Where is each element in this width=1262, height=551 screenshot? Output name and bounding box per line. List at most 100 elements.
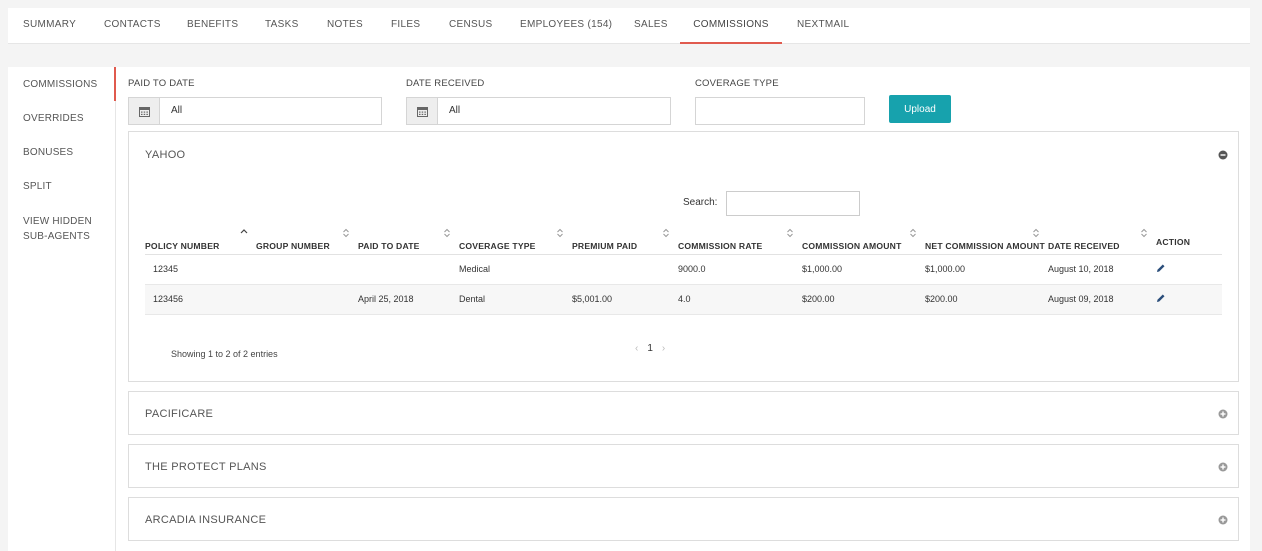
tab-benefits[interactable]: BENEFITS bbox=[187, 8, 238, 44]
sidebar-item-overrides[interactable]: OVERRIDES bbox=[23, 111, 113, 126]
paid-to-date-value: All bbox=[171, 105, 183, 116]
edit-pencil-icon[interactable] bbox=[1156, 263, 1166, 273]
tab-tasks[interactable]: TASKS bbox=[265, 8, 299, 44]
sort-icon[interactable] bbox=[1032, 228, 1040, 238]
column-header-label: POLICY NUMBER bbox=[145, 240, 220, 251]
sort-icon[interactable] bbox=[662, 228, 670, 238]
sidebar: COMMISSIONS OVERRIDES BONUSES SPLIT VIEW… bbox=[8, 67, 116, 551]
col-group-number[interactable]: GROUP NUMBER bbox=[256, 222, 358, 255]
tab-nextmail[interactable]: NEXTMAIL bbox=[797, 8, 849, 44]
sort-asc-icon[interactable] bbox=[240, 228, 248, 238]
cell-paid-to-date: April 25, 2018 bbox=[358, 284, 459, 315]
page-number[interactable]: 1 bbox=[641, 343, 659, 354]
sidebar-item-bonuses[interactable]: BONUSES bbox=[23, 145, 113, 160]
tab-files[interactable]: FILES bbox=[391, 8, 420, 44]
cell-commission-amount: $1,000.00 bbox=[802, 254, 925, 285]
carrier-panel-the-protect-plans[interactable]: THE PROTECT PLANS bbox=[128, 444, 1239, 488]
pagination: ‹ 1 › bbox=[635, 343, 665, 354]
cell-group-number bbox=[256, 254, 358, 285]
main-content: COMMISSIONS OVERRIDES BONUSES SPLIT VIEW… bbox=[8, 67, 1250, 551]
carrier-panel-yahoo: YAHOO Search: POLICY NUMBER GROUP NUMBER… bbox=[128, 131, 1239, 382]
sort-icon[interactable] bbox=[443, 228, 451, 238]
column-header-label: DATE RECEIVED bbox=[1048, 240, 1120, 251]
next-page-icon[interactable]: › bbox=[662, 343, 665, 354]
column-header-label: NET COMMISSION AMOUNT bbox=[925, 240, 1045, 251]
tab-summary[interactable]: SUMMARY bbox=[23, 8, 76, 44]
sort-icon[interactable] bbox=[909, 228, 917, 238]
table-header-row: POLICY NUMBER GROUP NUMBER PAID TO DATE … bbox=[145, 222, 1222, 255]
sort-icon[interactable] bbox=[342, 228, 350, 238]
sort-icon[interactable] bbox=[1140, 228, 1148, 238]
cell-net-commission-amount: $200.00 bbox=[925, 284, 1048, 315]
paid-to-date-label: PAID TO DATE bbox=[128, 78, 195, 89]
cell-commission-rate: 9000.0 bbox=[678, 254, 802, 285]
sidebar-item-view-hidden-sub-agents[interactable]: VIEW HIDDEN SUB-AGENTS bbox=[23, 214, 113, 244]
col-date-received[interactable]: DATE RECEIVED bbox=[1048, 222, 1156, 255]
cell-group-number bbox=[256, 284, 358, 315]
cell-action bbox=[1156, 254, 1222, 285]
carrier-panel-arcadia-insurance[interactable]: ARCADIA INSURANCE bbox=[128, 497, 1239, 541]
cell-action bbox=[1156, 284, 1222, 315]
panel-title[interactable]: PACIFICARE bbox=[145, 408, 213, 420]
search-input[interactable] bbox=[726, 191, 860, 216]
column-header-label: PAID TO DATE bbox=[358, 240, 420, 251]
col-coverage-type[interactable]: COVERAGE TYPE bbox=[459, 222, 572, 255]
coverage-type-input[interactable] bbox=[695, 97, 865, 125]
paid-to-date-field[interactable]: All bbox=[128, 97, 382, 125]
cell-policy-number: 123456 bbox=[145, 284, 256, 315]
panel-title[interactable]: ARCADIA INSURANCE bbox=[145, 514, 266, 526]
tab-notes[interactable]: NOTES bbox=[327, 8, 363, 44]
prev-page-icon[interactable]: ‹ bbox=[635, 343, 638, 354]
calendar-icon[interactable] bbox=[129, 98, 160, 124]
tab-contacts[interactable]: CONTACTS bbox=[104, 8, 161, 44]
col-commission-rate[interactable]: COMMISSION RATE bbox=[678, 222, 802, 255]
commissions-table: POLICY NUMBER GROUP NUMBER PAID TO DATE … bbox=[145, 222, 1222, 315]
col-commission-amount[interactable]: COMMISSION AMOUNT bbox=[802, 222, 925, 255]
cell-date-received: August 09, 2018 bbox=[1048, 284, 1156, 315]
sort-icon[interactable] bbox=[556, 228, 564, 238]
sidebar-item-split[interactable]: SPLIT bbox=[23, 179, 113, 194]
column-header-label: COMMISSION AMOUNT bbox=[802, 240, 902, 251]
cell-coverage-type: Dental bbox=[459, 284, 572, 315]
date-received-label: DATE RECEIVED bbox=[406, 78, 485, 89]
column-header-label: ACTION bbox=[1156, 236, 1191, 247]
upload-button[interactable]: Upload bbox=[889, 95, 951, 123]
column-header-label: COVERAGE TYPE bbox=[459, 240, 536, 251]
sidebar-item-commissions[interactable]: COMMISSIONS bbox=[23, 77, 113, 92]
coverage-type-label: COVERAGE TYPE bbox=[695, 78, 779, 89]
date-received-field[interactable]: All bbox=[406, 97, 671, 125]
cell-net-commission-amount: $1,000.00 bbox=[925, 254, 1048, 285]
col-net-commission-amount[interactable]: NET COMMISSION AMOUNT bbox=[925, 222, 1048, 255]
collapse-icon[interactable] bbox=[1218, 150, 1228, 160]
cell-premium-paid: $5,001.00 bbox=[572, 284, 678, 315]
col-policy-number[interactable]: POLICY NUMBER bbox=[145, 222, 256, 255]
sort-icon[interactable] bbox=[786, 228, 794, 238]
expand-icon[interactable] bbox=[1218, 515, 1228, 525]
top-tab-bar: SUMMARY CONTACTS BENEFITS TASKS NOTES FI… bbox=[8, 8, 1250, 44]
panel-title[interactable]: THE PROTECT PLANS bbox=[145, 461, 267, 473]
expand-icon[interactable] bbox=[1218, 462, 1228, 472]
cell-premium-paid bbox=[572, 254, 678, 285]
cell-policy-number: 12345 bbox=[145, 254, 256, 285]
cell-coverage-type: Medical bbox=[459, 254, 572, 285]
cell-paid-to-date bbox=[358, 254, 459, 285]
carrier-panel-pacificare[interactable]: PACIFICARE bbox=[128, 391, 1239, 435]
table-row: 123456 April 25, 2018 Dental $5,001.00 4… bbox=[145, 284, 1222, 315]
col-paid-to-date[interactable]: PAID TO DATE bbox=[358, 222, 459, 255]
search-label: Search: bbox=[683, 197, 718, 208]
tab-commissions[interactable]: COMMISSIONS bbox=[680, 8, 782, 44]
tab-sales[interactable]: SALES bbox=[634, 8, 668, 44]
cell-commission-amount: $200.00 bbox=[802, 284, 925, 315]
col-premium-paid[interactable]: PREMIUM PAID bbox=[572, 222, 678, 255]
table-info: Showing 1 to 2 of 2 entries bbox=[171, 349, 278, 359]
panel-title[interactable]: YAHOO bbox=[145, 149, 185, 161]
expand-icon[interactable] bbox=[1218, 409, 1228, 419]
tab-employees[interactable]: EMPLOYEES (154) bbox=[520, 8, 612, 44]
date-received-value: All bbox=[449, 105, 461, 116]
tab-census[interactable]: CENSUS bbox=[449, 8, 492, 44]
table-row: 12345 Medical 9000.0 $1,000.00 $1,000.00… bbox=[145, 254, 1222, 285]
edit-pencil-icon[interactable] bbox=[1156, 293, 1166, 303]
sidebar-active-indicator bbox=[114, 67, 116, 101]
column-header-label: PREMIUM PAID bbox=[572, 240, 638, 251]
calendar-icon[interactable] bbox=[407, 98, 438, 124]
